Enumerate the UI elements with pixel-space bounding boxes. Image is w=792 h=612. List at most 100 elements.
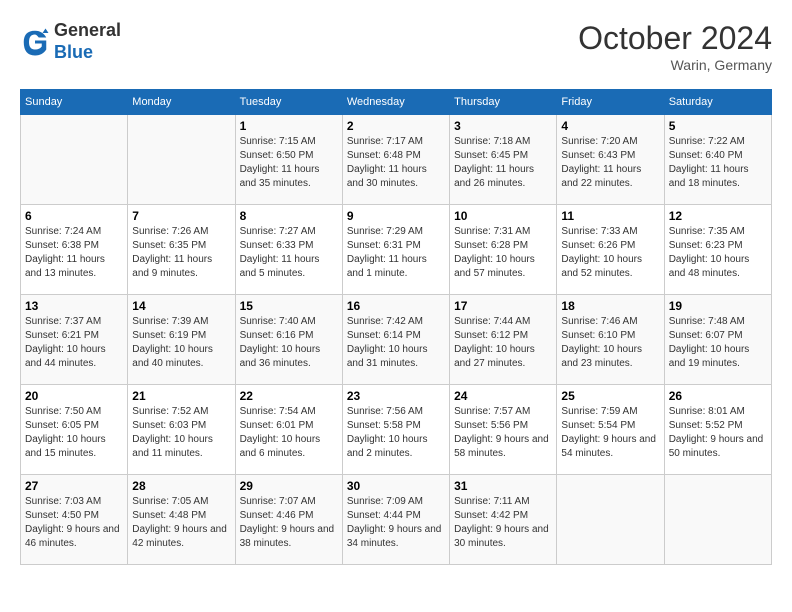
calendar-cell: 26 Sunrise: 8:01 AMSunset: 5:52 PMDayligh… xyxy=(664,385,771,475)
day-number: 7 xyxy=(132,209,230,223)
day-info: Sunrise: 7:56 AMSunset: 5:58 PMDaylight:… xyxy=(347,405,445,461)
calendar-cell xyxy=(664,475,771,565)
day-info: Sunrise: 7:54 AMSunset: 6:01 PMDaylight:… xyxy=(240,405,338,461)
calendar-cell: 30 Sunrise: 7:09 AMSunset: 4:44 PMDayligh… xyxy=(342,475,449,565)
day-number: 21 xyxy=(132,389,230,403)
weekday-header-tuesday: Tuesday xyxy=(235,90,342,115)
calendar-cell: 17 Sunrise: 7:44 AMSunset: 6:12 PMDayligh… xyxy=(450,295,557,385)
day-number: 31 xyxy=(454,479,552,493)
day-info: Sunrise: 7:27 AMSunset: 6:33 PMDaylight:… xyxy=(240,225,338,281)
day-number: 20 xyxy=(25,389,123,403)
title-section: October 2024 Warin, Germany xyxy=(578,20,772,73)
logo-text: General Blue xyxy=(54,20,121,63)
day-number: 24 xyxy=(454,389,552,403)
day-number: 6 xyxy=(25,209,123,223)
calendar-cell: 1 Sunrise: 7:15 AMSunset: 6:50 PMDaylight… xyxy=(235,115,342,205)
weekday-header-row: SundayMondayTuesdayWednesdayThursdayFrid… xyxy=(21,90,772,115)
day-number: 8 xyxy=(240,209,338,223)
weekday-header-monday: Monday xyxy=(128,90,235,115)
day-info: Sunrise: 7:05 AMSunset: 4:48 PMDaylight:… xyxy=(132,495,230,551)
calendar-cell: 27Sunrise: 7:03 AMSunset: 4:50 PMDayligh… xyxy=(21,475,128,565)
calendar-cell: 22 Sunrise: 7:54 AMSunset: 6:01 PMDayligh… xyxy=(235,385,342,475)
week-row-5: 27Sunrise: 7:03 AMSunset: 4:50 PMDayligh… xyxy=(21,475,772,565)
day-info: Sunrise: 7:35 AMSunset: 6:23 PMDaylight:… xyxy=(669,225,767,281)
day-number: 22 xyxy=(240,389,338,403)
day-info: Sunrise: 7:57 AMSunset: 5:56 PMDaylight:… xyxy=(454,405,552,461)
calendar-cell: 28 Sunrise: 7:05 AMSunset: 4:48 PMDayligh… xyxy=(128,475,235,565)
day-number: 23 xyxy=(347,389,445,403)
calendar-cell: 4Sunrise: 7:20 AMSunset: 6:43 PMDaylight… xyxy=(557,115,664,205)
day-info: Sunrise: 7:18 AMSunset: 6:45 PMDaylight:… xyxy=(454,135,552,191)
day-info: Sunrise: 7:24 AMSunset: 6:38 PMDaylight:… xyxy=(25,225,123,281)
day-info: Sunrise: 7:22 AMSunset: 6:40 PMDaylight:… xyxy=(669,135,767,191)
day-number: 10 xyxy=(454,209,552,223)
calendar-cell: 6 Sunrise: 7:24 AMSunset: 6:38 PMDaylight… xyxy=(21,205,128,295)
day-info: Sunrise: 8:01 AMSunset: 5:52 PMDaylight:… xyxy=(669,405,767,461)
calendar-cell: 2 Sunrise: 7:17 AMSunset: 6:48 PMDaylight… xyxy=(342,115,449,205)
calendar-cell: 21Sunrise: 7:52 AMSunset: 6:03 PMDayligh… xyxy=(128,385,235,475)
week-row-2: 6 Sunrise: 7:24 AMSunset: 6:38 PMDaylight… xyxy=(21,205,772,295)
logo-blue: Blue xyxy=(54,42,121,64)
calendar-cell: 12 Sunrise: 7:35 AMSunset: 6:23 PMDayligh… xyxy=(664,205,771,295)
day-number: 16 xyxy=(347,299,445,313)
calendar-cell: 14Sunrise: 7:39 AMSunset: 6:19 PMDayligh… xyxy=(128,295,235,385)
header: General Blue October 2024 Warin, Germany xyxy=(20,20,772,73)
calendar-cell xyxy=(21,115,128,205)
logo: General Blue xyxy=(20,20,121,63)
day-number: 25 xyxy=(561,389,659,403)
calendar-cell: 23 Sunrise: 7:56 AMSunset: 5:58 PMDayligh… xyxy=(342,385,449,475)
day-number: 2 xyxy=(347,119,445,133)
day-info: Sunrise: 7:44 AMSunset: 6:12 PMDaylight:… xyxy=(454,315,552,371)
calendar-cell: 18Sunrise: 7:46 AMSunset: 6:10 PMDayligh… xyxy=(557,295,664,385)
location: Warin, Germany xyxy=(578,57,772,73)
day-number: 17 xyxy=(454,299,552,313)
calendar-cell: 19 Sunrise: 7:48 AMSunset: 6:07 PMDayligh… xyxy=(664,295,771,385)
day-info: Sunrise: 7:48 AMSunset: 6:07 PMDaylight:… xyxy=(669,315,767,371)
week-row-4: 20Sunrise: 7:50 AMSunset: 6:05 PMDayligh… xyxy=(21,385,772,475)
week-row-1: 1 Sunrise: 7:15 AMSunset: 6:50 PMDaylight… xyxy=(21,115,772,205)
calendar-cell: 29 Sunrise: 7:07 AMSunset: 4:46 PMDayligh… xyxy=(235,475,342,565)
calendar-cell: 10 Sunrise: 7:31 AMSunset: 6:28 PMDayligh… xyxy=(450,205,557,295)
calendar-cell xyxy=(557,475,664,565)
day-info: Sunrise: 7:40 AMSunset: 6:16 PMDaylight:… xyxy=(240,315,338,371)
day-info: Sunrise: 7:59 AMSunset: 5:54 PMDaylight:… xyxy=(561,405,659,461)
day-info: Sunrise: 7:33 AMSunset: 6:26 PMDaylight:… xyxy=(561,225,659,281)
day-number: 30 xyxy=(347,479,445,493)
day-info: Sunrise: 7:15 AMSunset: 6:50 PMDaylight:… xyxy=(240,135,338,191)
day-info: Sunrise: 7:37 AMSunset: 6:21 PMDaylight:… xyxy=(25,315,123,371)
day-number: 11 xyxy=(561,209,659,223)
day-number: 29 xyxy=(240,479,338,493)
day-number: 19 xyxy=(669,299,767,313)
day-info: Sunrise: 7:07 AMSunset: 4:46 PMDaylight:… xyxy=(240,495,338,551)
weekday-header-saturday: Saturday xyxy=(664,90,771,115)
calendar-cell: 9Sunrise: 7:29 AMSunset: 6:31 PMDaylight… xyxy=(342,205,449,295)
calendar-cell: 7Sunrise: 7:26 AMSunset: 6:35 PMDaylight… xyxy=(128,205,235,295)
week-row-3: 13 Sunrise: 7:37 AMSunset: 6:21 PMDayligh… xyxy=(21,295,772,385)
calendar-cell xyxy=(128,115,235,205)
day-number: 12 xyxy=(669,209,767,223)
calendar-cell: 5 Sunrise: 7:22 AMSunset: 6:40 PMDaylight… xyxy=(664,115,771,205)
day-number: 15 xyxy=(240,299,338,313)
day-info: Sunrise: 7:42 AMSunset: 6:14 PMDaylight:… xyxy=(347,315,445,371)
day-info: Sunrise: 7:17 AMSunset: 6:48 PMDaylight:… xyxy=(347,135,445,191)
day-number: 26 xyxy=(669,389,767,403)
day-number: 4 xyxy=(561,119,659,133)
calendar-cell: 15 Sunrise: 7:40 AMSunset: 6:16 PMDayligh… xyxy=(235,295,342,385)
weekday-header-sunday: Sunday xyxy=(21,90,128,115)
calendar-cell: 31 Sunrise: 7:11 AMSunset: 4:42 PMDayligh… xyxy=(450,475,557,565)
calendar-cell: 8 Sunrise: 7:27 AMSunset: 6:33 PMDaylight… xyxy=(235,205,342,295)
day-info: Sunrise: 7:11 AMSunset: 4:42 PMDaylight:… xyxy=(454,495,552,551)
day-number: 13 xyxy=(25,299,123,313)
day-number: 1 xyxy=(240,119,338,133)
weekday-header-wednesday: Wednesday xyxy=(342,90,449,115)
calendar-cell: 13 Sunrise: 7:37 AMSunset: 6:21 PMDayligh… xyxy=(21,295,128,385)
day-number: 28 xyxy=(132,479,230,493)
calendar-cell: 20Sunrise: 7:50 AMSunset: 6:05 PMDayligh… xyxy=(21,385,128,475)
weekday-header-thursday: Thursday xyxy=(450,90,557,115)
calendar-cell: 25 Sunrise: 7:59 AMSunset: 5:54 PMDayligh… xyxy=(557,385,664,475)
logo-icon xyxy=(20,27,50,57)
day-info: Sunrise: 7:03 AMSunset: 4:50 PMDaylight:… xyxy=(25,495,123,551)
day-number: 5 xyxy=(669,119,767,133)
day-info: Sunrise: 7:31 AMSunset: 6:28 PMDaylight:… xyxy=(454,225,552,281)
day-info: Sunrise: 7:09 AMSunset: 4:44 PMDaylight:… xyxy=(347,495,445,551)
